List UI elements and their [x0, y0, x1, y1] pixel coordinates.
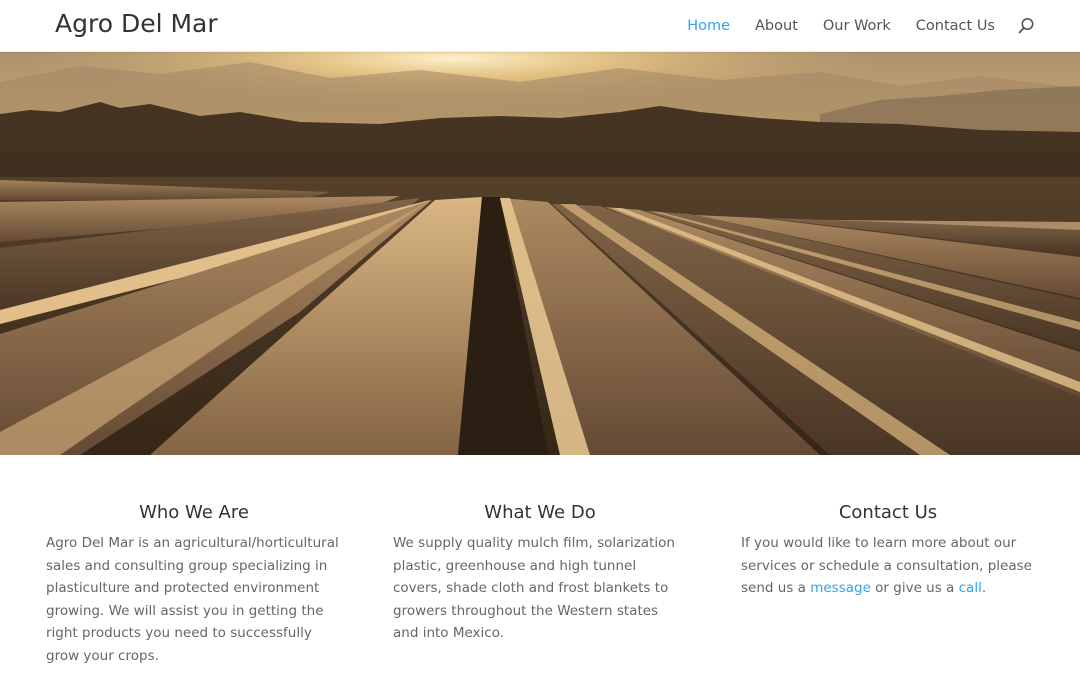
hero-photo-sunset-field: [0, 52, 1080, 455]
message-link[interactable]: message: [810, 580, 871, 596]
contact-us-text: If you would like to learn more about ou…: [741, 532, 1035, 600]
nav-our-work[interactable]: Our Work: [823, 18, 891, 34]
call-link[interactable]: call: [959, 580, 982, 596]
site-logo[interactable]: Agro Del Mar: [55, 9, 218, 38]
nav-home[interactable]: Home: [687, 18, 730, 34]
main-nav: Home About Our Work Contact Us: [687, 17, 1035, 35]
site-header: Agro Del Mar Home About Our Work Contact…: [0, 0, 1080, 52]
contact-text-middle: or give us a: [870, 580, 959, 597]
what-we-do-heading: What We Do: [484, 502, 596, 523]
who-we-are-heading: Who We Are: [139, 502, 249, 523]
hero-image: [0, 52, 1080, 455]
what-we-do-text: We supply quality mulch film, solarizati…: [393, 535, 675, 642]
contact-us-section: Contact Us If you would like to learn mo…: [741, 500, 1035, 600]
contact-text-after: .: [981, 580, 987, 597]
who-we-are-section: Who We Are Agro Del Mar is an agricultur…: [46, 500, 342, 668]
nav-contact-us[interactable]: Contact Us: [916, 18, 995, 34]
contact-us-heading: Contact Us: [838, 502, 938, 523]
nav-about[interactable]: About: [755, 18, 798, 34]
search-icon[interactable]: [1017, 17, 1035, 35]
who-we-are-text: Agro Del Mar is an agricultural/horticul…: [46, 535, 339, 664]
what-we-do-section: What We Do We supply quality mulch film,…: [393, 500, 687, 645]
